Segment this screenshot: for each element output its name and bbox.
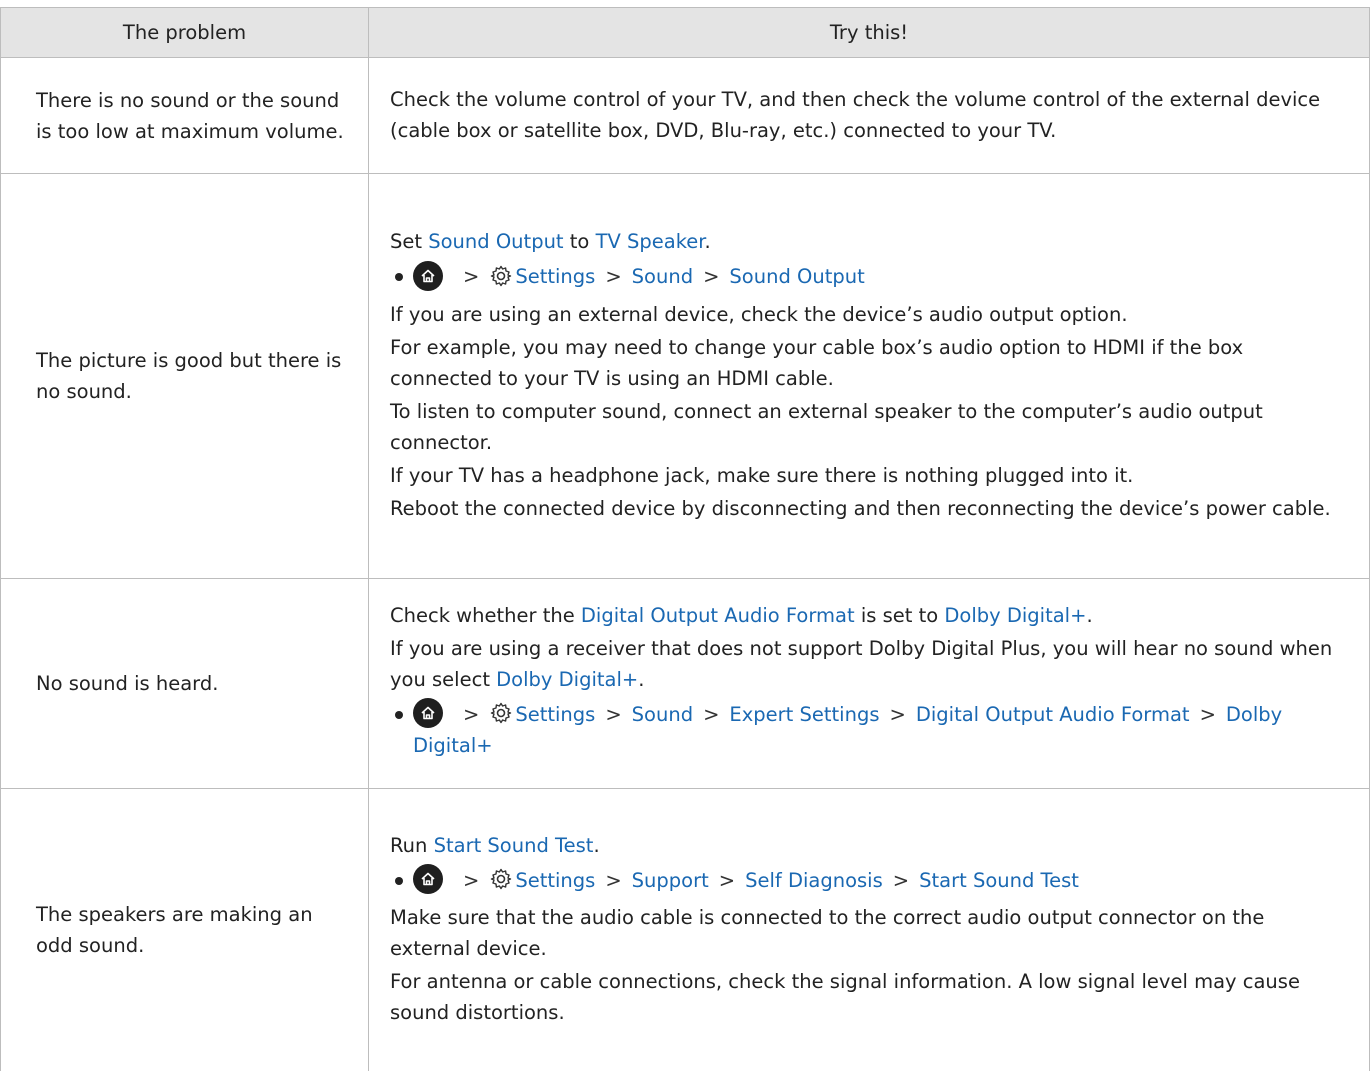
solution-text: For example, you may need to change your… bbox=[390, 335, 1244, 390]
self-diagnosis-link[interactable]: Self Diagnosis bbox=[745, 869, 883, 892]
chevron-right-icon: > bbox=[463, 868, 480, 892]
chevron-right-icon: > bbox=[463, 265, 480, 289]
dolby-digital-plus-link[interactable]: Dolby Digital+ bbox=[496, 668, 638, 691]
sound-link[interactable]: Sound bbox=[632, 265, 693, 288]
digital-output-audio-format-link[interactable]: Digital Output Audio Format bbox=[916, 703, 1190, 726]
dolby-digital-plus-link[interactable]: Dolby Digital+ bbox=[944, 604, 1086, 627]
solution-text: If you are using an external device, che… bbox=[390, 302, 1128, 326]
tv-speaker-link[interactable]: TV Speaker bbox=[596, 230, 705, 253]
chevron-right-icon: > bbox=[889, 702, 906, 726]
table-row: The speakers are making an odd sound. Ru… bbox=[0, 789, 1370, 1071]
chevron-right-icon: > bbox=[892, 868, 910, 892]
chevron-right-icon: > bbox=[703, 265, 720, 289]
sound-output-link[interactable]: Sound Output bbox=[428, 230, 563, 253]
home-icon[interactable] bbox=[413, 864, 443, 895]
gear-icon bbox=[491, 265, 512, 286]
table-row: There is no sound or the sound is too lo… bbox=[0, 58, 1370, 174]
solution-text: If you are using a receiver that does no… bbox=[390, 636, 1333, 691]
solution-text: If your TV has a headphone jack, make su… bbox=[390, 463, 1134, 487]
chevron-right-icon: > bbox=[605, 868, 622, 892]
sound-output-link[interactable]: Sound Output bbox=[729, 265, 864, 288]
solution-text: For antenna or cable connections, check … bbox=[390, 970, 1300, 1025]
chevron-right-icon: > bbox=[703, 702, 720, 726]
chevron-right-icon: > bbox=[718, 868, 736, 892]
solution-cell: Run Start Sound Test. > Settings > Support >… bbox=[369, 789, 1370, 1071]
menu-path: > Settings > Sound > Expert Settings > Digital … bbox=[390, 698, 1341, 762]
start-sound-test-link[interactable]: Start Sound Test bbox=[919, 869, 1079, 892]
table-row: No sound is heard. Check whether the Dig… bbox=[0, 579, 1370, 789]
gear-icon bbox=[491, 703, 512, 724]
problem-cell: There is no sound or the sound is too lo… bbox=[0, 58, 369, 173]
settings-link[interactable]: Settings bbox=[515, 869, 595, 892]
header-try-this: Try this! bbox=[369, 8, 1370, 57]
solution-text: To listen to computer sound, connect an … bbox=[390, 399, 1263, 454]
troubleshooting-table: The problem Try this! There is no sound … bbox=[0, 7, 1370, 1071]
solution-intro: Run Start Sound Test. bbox=[390, 833, 600, 857]
solution-intro: Set Sound Output to TV Speaker. bbox=[390, 230, 711, 254]
table-row: The picture is good but there is no soun… bbox=[0, 174, 1370, 579]
table-header: The problem Try this! bbox=[0, 8, 1370, 58]
solution-text: Check the volume control of your TV, and… bbox=[390, 87, 1321, 142]
chevron-right-icon: > bbox=[605, 265, 622, 289]
chevron-right-icon: > bbox=[605, 702, 622, 726]
settings-link[interactable]: Settings bbox=[515, 703, 595, 726]
bullet-icon bbox=[395, 876, 403, 885]
menu-path: > Settings > Support > Self Diagnosis > Start S… bbox=[390, 864, 1341, 897]
header-problem: The problem bbox=[0, 8, 369, 57]
sound-link[interactable]: Sound bbox=[632, 703, 693, 726]
solution-cell: Set Sound Output to TV Speaker. > Setting… bbox=[369, 174, 1370, 578]
solution-intro: Check whether the Digital Output Audio F… bbox=[390, 603, 1093, 627]
solution-cell: Check the volume control of your TV, and… bbox=[369, 58, 1370, 173]
solution-text: Reboot the connected device by disconnec… bbox=[390, 496, 1331, 520]
bullet-icon bbox=[395, 273, 403, 282]
problem-cell: The speakers are making an odd sound. bbox=[0, 789, 369, 1071]
bullet-icon bbox=[395, 710, 403, 719]
problem-cell: No sound is heard. bbox=[0, 579, 369, 788]
gear-icon bbox=[491, 869, 512, 890]
start-sound-test-link[interactable]: Start Sound Test bbox=[434, 834, 594, 857]
home-icon[interactable] bbox=[413, 698, 443, 729]
expert-settings-link[interactable]: Expert Settings bbox=[729, 703, 879, 726]
settings-link[interactable]: Settings bbox=[515, 265, 595, 288]
home-icon[interactable] bbox=[413, 260, 443, 291]
problem-cell: The picture is good but there is no soun… bbox=[0, 174, 369, 578]
digital-output-audio-format-link[interactable]: Digital Output Audio Format bbox=[581, 604, 855, 627]
chevron-right-icon: > bbox=[463, 702, 480, 726]
solution-text: Make sure that the audio cable is connec… bbox=[390, 906, 1265, 961]
chevron-right-icon: > bbox=[1199, 702, 1216, 726]
menu-path: > Settings > Sound > Sound Output bbox=[390, 260, 1341, 293]
solution-cell: Check whether the Digital Output Audio F… bbox=[369, 579, 1370, 788]
support-link[interactable]: Support bbox=[632, 869, 709, 892]
